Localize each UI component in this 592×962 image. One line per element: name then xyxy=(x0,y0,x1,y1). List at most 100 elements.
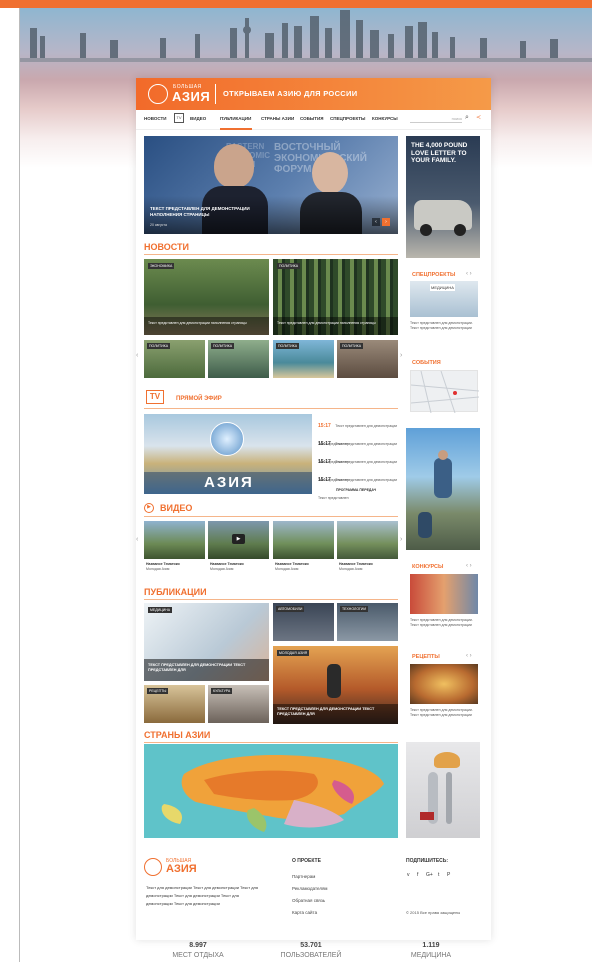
video-prev-arrow[interactable]: ‹ xyxy=(136,536,138,543)
news-section-rule xyxy=(144,254,398,255)
traveler-figure-2 xyxy=(418,512,432,538)
contests-image[interactable] xyxy=(410,574,478,614)
twitter-icon[interactable]: t xyxy=(438,872,439,878)
special-nav-arrows[interactable]: ‹ › xyxy=(466,271,472,277)
news-card-tag: ЭКОНОМИКА xyxy=(148,263,175,269)
video-next-arrow[interactable]: › xyxy=(400,536,402,543)
video-section-title[interactable]: ВИДЕО xyxy=(160,503,192,513)
hero-next-button[interactable]: › xyxy=(382,218,390,226)
special-project-image[interactable]: МЕДИЦИНА xyxy=(410,281,478,317)
news-card-small[interactable]: ПОЛИТИКА xyxy=(208,340,269,378)
publications-section-title[interactable]: ПУБЛИКАЦИИ xyxy=(144,587,207,597)
footer-link-feedback[interactable]: Обратная связь xyxy=(292,898,325,903)
news-card-tag: ПОЛИТИКА xyxy=(211,343,235,349)
hero-caption[interactable]: ТЕКСТ ПРЕДСТАВЛЕН ДЛЯ ДЕМОНСТРАЦИИ НАПОЛ… xyxy=(150,206,270,218)
tv-live-title[interactable]: ПРЯМОЙ ЭФИР xyxy=(176,396,222,402)
video-thumb[interactable] xyxy=(337,521,398,559)
stat-label: ПОЛЬЗОВАТЕЛЕЙ xyxy=(280,952,342,959)
video-play-button[interactable]: ▶ xyxy=(232,534,245,544)
hat-shape xyxy=(434,752,460,768)
publication-small-card[interactable]: КУЛЬТУРА xyxy=(208,685,269,723)
video-title[interactable]: Название Тематики xyxy=(146,562,180,566)
logo-icon[interactable] xyxy=(148,84,168,104)
contests-title[interactable]: КОНКУРСЫ xyxy=(412,564,443,570)
countries-section-title[interactable]: СТРАНЫ АЗИИ xyxy=(144,730,210,740)
news-card-small[interactable]: ПОЛИТИКА xyxy=(273,340,334,378)
google-plus-icon[interactable]: G+ xyxy=(426,872,433,878)
tv-program-link[interactable]: ПРОГРАММА ПЕРЕДАЧ xyxy=(336,488,376,492)
hero-prev-button[interactable]: ‹ xyxy=(372,218,380,226)
nav-active-indicator xyxy=(220,128,252,130)
news-next-arrow[interactable]: › xyxy=(400,352,402,359)
vk-icon[interactable]: v xyxy=(407,872,410,878)
sidebar-cutlery-ad[interactable] xyxy=(406,742,480,838)
publication-tag: РЕЦЕПТЫ xyxy=(147,688,169,694)
hero-person-right xyxy=(312,152,348,194)
news-card-large[interactable]: ПОЛИТИКА Текст представлен для демонстра… xyxy=(273,259,398,335)
publication-small-card[interactable]: ТЕХНОЛОГИИ xyxy=(337,603,398,641)
search-input[interactable]: поиск xyxy=(410,116,462,123)
news-card-small[interactable]: ПОЛИТИКА xyxy=(144,340,205,378)
news-section-title[interactable]: НОВОСТИ xyxy=(144,242,189,252)
news-card-tag: ПОЛИТИКА xyxy=(277,263,301,269)
stat-number: 53.701 xyxy=(300,942,322,949)
schedule-item[interactable]: 15:17 Текст представлен для демонстрации… xyxy=(318,468,398,504)
recipes-image[interactable] xyxy=(410,664,478,704)
video-meta: Молодая Азия xyxy=(275,567,299,571)
news-card-large[interactable]: ЭКОНОМИКА Текст представлен для демонстр… xyxy=(144,259,269,335)
events-map[interactable] xyxy=(410,370,480,414)
recipes-nav-arrows[interactable]: ‹ › xyxy=(466,653,472,659)
events-title[interactable]: СОБЫТИЯ xyxy=(412,360,441,366)
publication-main-card[interactable]: МЕДИЦИНА ТЕКСТ ПРЕДСТАВЛЕН ДЛЯ ДЕМОНСТРА… xyxy=(144,603,269,681)
footer-logo-big[interactable]: АЗИЯ xyxy=(166,863,197,875)
share-icon[interactable]: ≺ xyxy=(476,114,481,121)
tv-section-rule xyxy=(144,408,398,409)
video-title[interactable]: Название Тематики xyxy=(275,562,309,566)
nav-item-news[interactable]: НОВОСТИ xyxy=(144,116,167,121)
footer-logo-icon[interactable] xyxy=(144,858,162,876)
sidebar-ad-banner[interactable]: THE 4,000 POUND LOVE LETTER TO YOUR FAMI… xyxy=(406,136,480,258)
recipes-title[interactable]: РЕЦЕПТЫ xyxy=(412,654,440,660)
tv-channel-logo xyxy=(210,422,244,456)
news-card-caption: Текст представлен для демонстрации напол… xyxy=(148,321,247,325)
nav-item-countries[interactable]: СТРАНЫ АЗИИ xyxy=(261,116,294,121)
nav-item-contests[interactable]: КОНКУРСЫ xyxy=(372,116,398,121)
footer-link-partners[interactable]: Партнерам xyxy=(292,874,315,879)
nav-item-publications[interactable]: ПУБЛИКАЦИИ xyxy=(220,116,251,121)
publication-travel-card[interactable]: МОЛОДАЯ АЗИЯ ТЕКСТ ПРЕДСТАВЛЕН ДЛЯ ДЕМОН… xyxy=(273,646,398,724)
publications-section-rule xyxy=(144,599,398,600)
tv-channel-name: АЗИЯ xyxy=(204,474,254,491)
nav-item-special[interactable]: СПЕЦПРОЕКТЫ xyxy=(330,116,365,121)
video-title[interactable]: Название Тематики xyxy=(339,562,373,566)
video-thumb[interactable] xyxy=(144,521,205,559)
search-icon[interactable]: ⌕ xyxy=(465,114,469,122)
hero-slide[interactable]: ВОСТОЧНЫЙ ЭКОНОМИЧЕСКИЙ ФОРУМ EASTERN EC… xyxy=(144,136,398,234)
special-project-label: МЕДИЦИНА xyxy=(430,284,455,291)
contests-nav-arrows[interactable]: ‹ › xyxy=(466,563,472,569)
nav-item-video[interactable]: ВИДЕО xyxy=(190,116,206,121)
pinterest-icon[interactable]: P xyxy=(447,872,450,878)
tv-player[interactable]: АЗИЯ xyxy=(144,414,312,494)
video-meta: Молодая Азия xyxy=(339,567,363,571)
news-card-small[interactable]: ПОЛИТИКА xyxy=(337,340,398,378)
footer-copyright: © 2015 Все права защищены xyxy=(406,910,461,915)
sidebar-photo-ad[interactable] xyxy=(406,428,480,550)
video-title[interactable]: Название Тематики xyxy=(210,562,244,566)
news-card-tag: ПОЛИТИКА xyxy=(276,343,300,349)
asia-map[interactable] xyxy=(144,744,398,838)
logo-text-big[interactable]: АЗИЯ xyxy=(172,89,210,104)
footer-link-advertisers[interactable]: Рекламодателям xyxy=(292,886,328,891)
publication-small-card[interactable]: РЕЦЕПТЫ xyxy=(144,685,205,723)
nav-item-events[interactable]: СОБЫТИЯ xyxy=(300,116,324,121)
facebook-icon[interactable]: f xyxy=(417,872,418,878)
video-thumb[interactable]: ▶ xyxy=(208,521,269,559)
publication-small-card[interactable]: АВТОМОБИЛИ xyxy=(273,603,334,641)
news-card-tag: ПОЛИТИКА xyxy=(147,343,171,349)
contests-text: Текст представлен для демонстрации. Текс… xyxy=(410,618,473,627)
video-thumb[interactable] xyxy=(273,521,334,559)
news-prev-arrow[interactable]: ‹ xyxy=(136,352,138,359)
nav-item-tv[interactable]: TV xyxy=(174,113,184,123)
special-projects-title[interactable]: СПЕЦПРОЕКТЫ xyxy=(412,272,455,278)
footer-link-sitemap[interactable]: Карта сайта xyxy=(292,910,317,915)
footer-subscribe-title: ПОДПИШИТЕСЬ: xyxy=(406,858,449,864)
